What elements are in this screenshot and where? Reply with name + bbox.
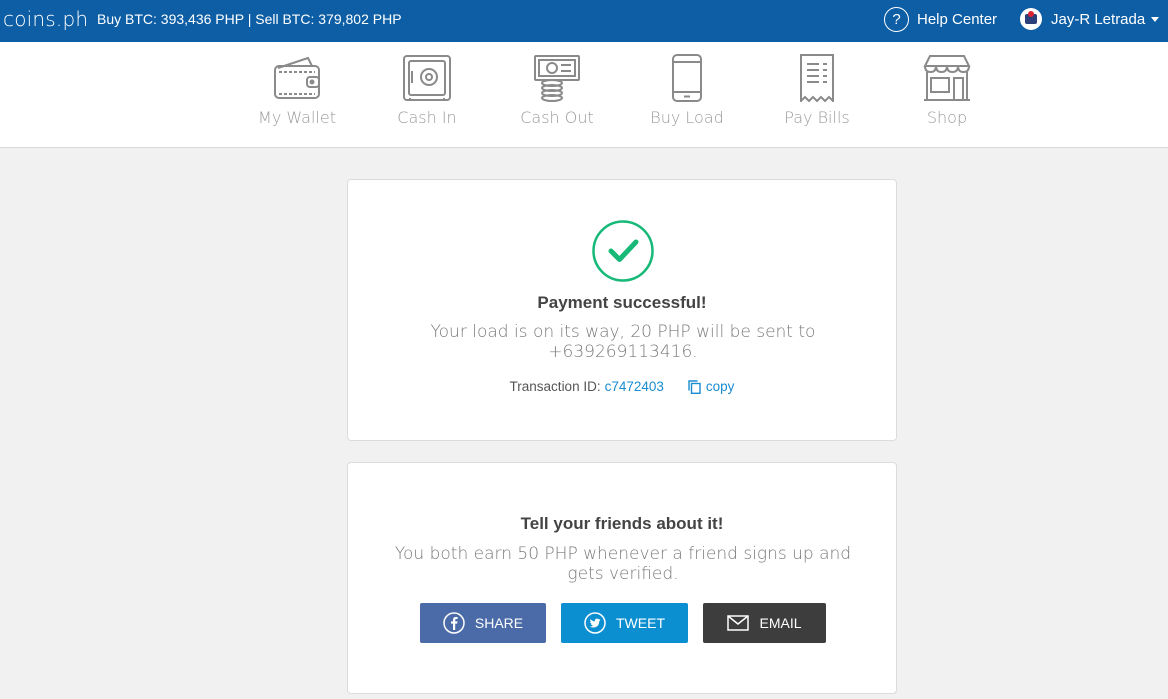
phone-icon xyxy=(672,54,702,102)
facebook-share-button[interactable]: SHARE xyxy=(420,603,546,643)
share-label: SHARE xyxy=(474,615,524,631)
help-center-label: Help Center xyxy=(917,10,998,28)
referral-card: Tell your friends about it! You both ear… xyxy=(347,462,897,694)
copy-button[interactable]: copy xyxy=(688,379,735,394)
twitter-tweet-button[interactable]: TWEET xyxy=(561,603,688,643)
nav-label: Cash In xyxy=(397,108,457,127)
nav-label: Pay Bills xyxy=(784,108,850,127)
envelope-icon xyxy=(727,615,750,631)
chevron-down-icon xyxy=(1151,16,1160,22)
nav-label: Cash Out xyxy=(520,108,594,127)
safe-icon xyxy=(403,55,451,101)
cash-icon xyxy=(534,55,580,102)
referral-title: Tell your friends about it! xyxy=(520,514,724,533)
copy-label: copy xyxy=(705,379,735,394)
wallet-icon xyxy=(274,56,320,99)
email-label: EMAIL xyxy=(759,615,802,631)
copy-icon xyxy=(688,379,701,394)
main-nav: My Wallet Cash In Cash Out Buy Load Pay … xyxy=(0,42,1168,148)
nav-label: My Wallet xyxy=(258,108,336,127)
help-center-link[interactable]: ? Help Center xyxy=(884,6,997,32)
top-bar: coins.ph Buy BTC: 393,436 PHP | Sell BTC… xyxy=(0,0,1168,42)
btc-rates: Buy BTC: 393,436 PHP | Sell BTC: 379,802… xyxy=(97,11,402,27)
nav-item-cash-out[interactable]: Cash Out xyxy=(492,54,622,127)
avatar xyxy=(1020,8,1042,30)
help-icon: ? xyxy=(884,6,909,32)
checkmark-circle-icon xyxy=(592,220,654,282)
success-message: Your load is on its way, 20 PHP will be … xyxy=(430,322,816,362)
user-menu[interactable]: Jay-R Letrada xyxy=(1020,6,1160,32)
twitter-icon xyxy=(584,612,606,634)
user-name: Jay-R Letrada xyxy=(1051,10,1146,28)
nav-item-cash-in[interactable]: Cash In xyxy=(362,54,492,127)
nav-item-my-wallet[interactable]: My Wallet xyxy=(232,54,362,127)
logo[interactable]: coins.ph xyxy=(3,7,88,31)
tweet-label: TWEET xyxy=(616,615,665,631)
nav-item-buy-load[interactable]: Buy Load xyxy=(622,54,752,127)
email-share-button[interactable]: EMAIL xyxy=(703,603,826,643)
success-title: Payment successful! xyxy=(537,293,707,312)
store-icon xyxy=(923,55,971,101)
facebook-icon xyxy=(443,612,465,634)
transaction-label: Transaction ID: xyxy=(509,379,601,394)
transaction-id-link[interactable]: c7472403 xyxy=(605,379,664,394)
nav-item-pay-bills[interactable]: Pay Bills xyxy=(752,54,882,127)
payment-success-card: Payment successful! Your load is on its … xyxy=(347,179,897,441)
referral-message: You both earn 50 PHP whenever a friend s… xyxy=(394,544,852,584)
nav-label: Shop xyxy=(926,108,968,127)
transaction-row: Transaction ID: c7472403 copy xyxy=(348,379,896,394)
receipt-icon xyxy=(800,54,834,102)
nav-label: Buy Load xyxy=(650,108,724,127)
nav-item-shop[interactable]: Shop xyxy=(882,54,1012,127)
